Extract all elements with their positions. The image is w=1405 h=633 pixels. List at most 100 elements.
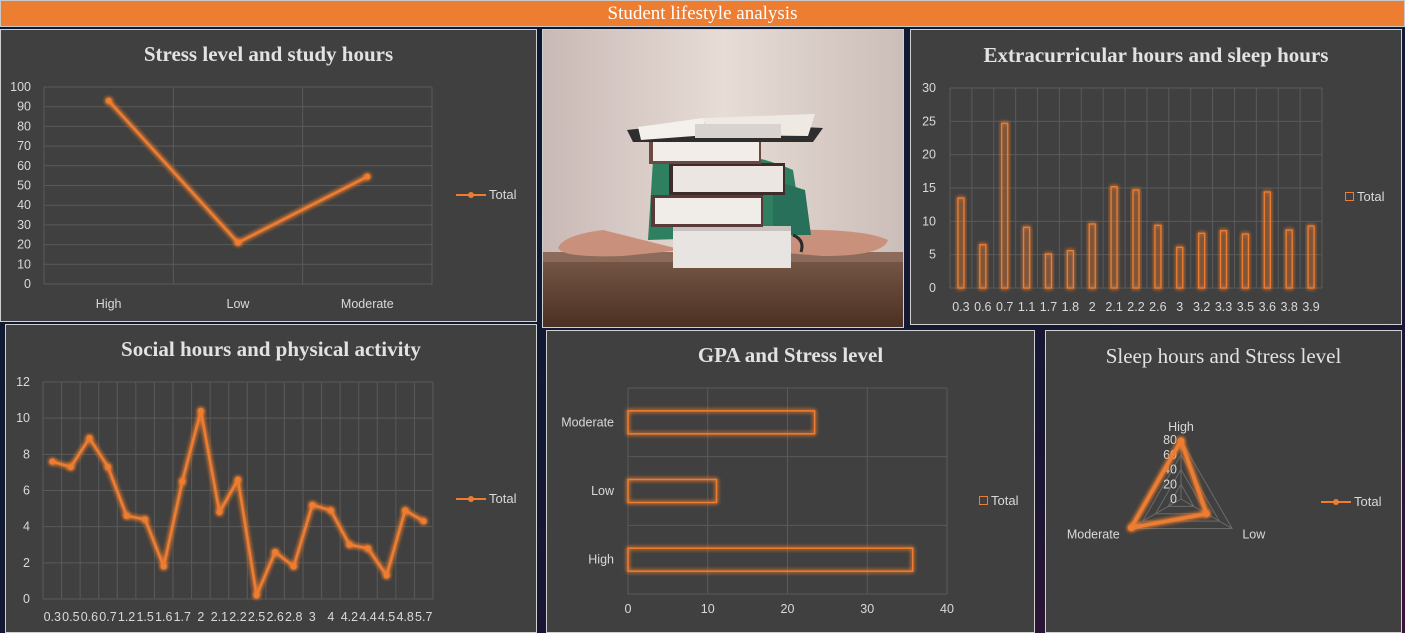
x-tick-label: 30 <box>860 602 874 616</box>
x-tick-label: 0.7 <box>996 300 1013 314</box>
y-tick-label: 0 <box>23 592 30 606</box>
y-tick-label: 12 <box>16 375 30 389</box>
bar <box>1001 122 1009 289</box>
y-tick-label: 10 <box>16 411 30 425</box>
category-label: Moderate <box>1067 528 1120 542</box>
bar <box>627 547 914 572</box>
x-tick-label: 2.1 <box>1105 300 1122 314</box>
data-point <box>1203 510 1210 517</box>
data-point <box>327 507 334 514</box>
data-point <box>365 545 371 552</box>
bar-chart-extracurricular-sleep: 0 5 10 15 20 25 30 0.3 0.6 0.7 1.1 1.7 1.8 2 2.1 2.2 2.6… <box>922 81 1323 314</box>
x-tick-label: 5.7 <box>415 610 432 624</box>
legend-line-marker-icon <box>456 495 486 502</box>
x-tick-label: 1.2 <box>118 610 135 624</box>
y-tick-label: 15 <box>922 181 936 195</box>
y-tick-label: 25 <box>922 114 936 128</box>
y-tick-label: Moderate <box>561 415 614 429</box>
data-point <box>383 572 390 579</box>
chart-legend: Total <box>456 491 516 506</box>
x-tick-label: 4.8 <box>396 610 413 624</box>
bar <box>1219 230 1228 289</box>
data-point <box>253 592 260 599</box>
legend-label: Total <box>1354 494 1382 509</box>
x-tick-label: 3.2 <box>1193 300 1210 314</box>
data-point <box>179 478 186 485</box>
chart-legend: Total <box>1345 189 1384 204</box>
chart-legend: Total <box>979 493 1018 508</box>
bar <box>1110 186 1118 289</box>
bar <box>1066 250 1075 289</box>
data-point <box>86 435 93 442</box>
bar <box>1263 191 1271 289</box>
x-tick-label: 3.5 <box>1237 300 1254 314</box>
x-tick-label: 3.3 <box>1215 300 1232 314</box>
student-books-photo <box>542 29 904 328</box>
y-tick-label: 4 <box>23 520 30 534</box>
y-tick-label: 8 <box>23 447 30 461</box>
legend-box-marker-icon <box>1345 192 1354 201</box>
legend-box-marker-icon <box>979 496 988 505</box>
x-tick-label: 0.3 <box>952 300 969 314</box>
category-label: High <box>1168 420 1194 434</box>
x-tick-label: High <box>96 297 122 311</box>
data-point <box>402 507 409 514</box>
data-point <box>272 548 279 555</box>
bar <box>1197 232 1206 289</box>
x-tick-label: 2 <box>197 610 204 624</box>
y-tick-label: 30 <box>922 81 936 95</box>
y-tick-label: 0 <box>929 281 936 295</box>
category-label: Low <box>1242 528 1266 542</box>
data-point <box>290 563 297 570</box>
legend-label: Total <box>489 187 517 202</box>
student-behind-books-image <box>543 30 903 327</box>
chart-legend: Total <box>456 187 516 202</box>
bar <box>1022 226 1031 289</box>
bar <box>1176 246 1184 289</box>
horizontal-bar-chart-gpa-stress: 0 10 20 30 40 High Low Moderate <box>561 387 954 616</box>
x-tick-label: 1.7 <box>174 610 191 624</box>
dashboard-title: Student lifestyle analysis <box>0 0 1405 27</box>
legend-line-marker-icon <box>1321 498 1351 505</box>
r-tick-label: 80 <box>1163 433 1177 447</box>
data-point <box>49 458 56 465</box>
bar <box>1132 189 1140 289</box>
y-tick-label: 10 <box>17 257 31 271</box>
x-tick-label: Moderate <box>341 297 394 311</box>
x-tick-label: 1.6 <box>155 610 172 624</box>
y-tick-label: 20 <box>922 148 936 162</box>
x-tick-label: 4.4 <box>359 610 376 624</box>
bar <box>627 478 718 504</box>
chart-legend: Total <box>1321 494 1381 509</box>
data-point <box>67 463 74 470</box>
y-tick-label: Low <box>591 484 615 498</box>
x-tick-label: 2.6 <box>1149 300 1166 314</box>
y-tick-label: 80 <box>17 119 31 133</box>
data-point <box>105 463 111 470</box>
x-tick-label: 4.5 <box>378 610 395 624</box>
x-tick-label: 0.7 <box>99 610 116 624</box>
x-tick-label: 1.5 <box>136 610 153 624</box>
radar-chart-sleep-stress: 020406080HighLowModerate <box>1067 420 1266 542</box>
x-tick-label: 40 <box>940 602 954 616</box>
r-tick-label: 0 <box>1170 492 1177 506</box>
y-tick-label: 90 <box>17 100 31 114</box>
bar <box>1285 229 1293 289</box>
x-tick-label: 20 <box>781 602 795 616</box>
x-tick-label: 3.8 <box>1280 300 1297 314</box>
y-tick-label: 50 <box>17 179 31 193</box>
x-tick-label: 4.2 <box>341 610 358 624</box>
x-tick-label: 2.2 <box>229 610 246 624</box>
data-point <box>364 173 371 180</box>
data-point <box>216 509 223 516</box>
line-chart-stress-study: 0 10 20 30 40 50 60 70 80 90 100 High Low Moderate <box>10 80 433 311</box>
x-tick-label: 0.6 <box>81 610 98 624</box>
data-point <box>160 563 167 570</box>
y-tick-label: 70 <box>17 139 31 153</box>
x-tick-label: Low <box>227 297 251 311</box>
data-point <box>142 516 149 523</box>
data-point <box>346 541 353 548</box>
legend-label: Total <box>991 493 1019 508</box>
data-point <box>309 501 316 508</box>
chart-panel-extracurricular-sleep: Extracurricular hours and sleep hours 05… <box>910 29 1402 325</box>
